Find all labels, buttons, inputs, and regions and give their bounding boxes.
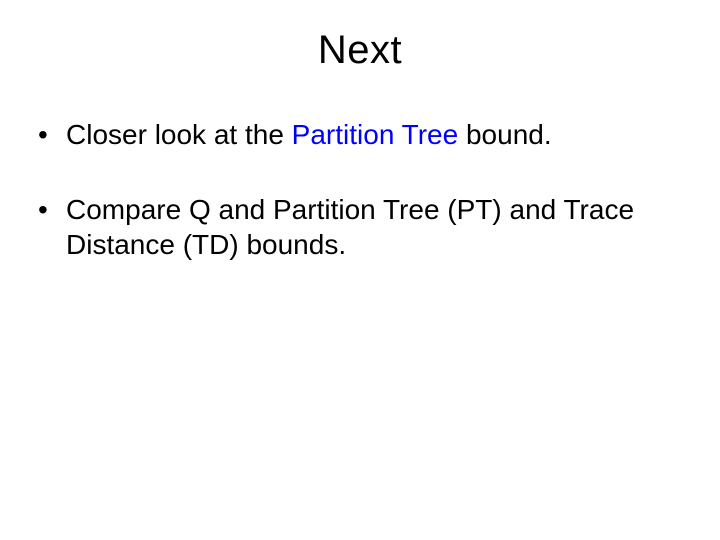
slide: Next Closer look at the Partition Tree b… (0, 0, 720, 540)
bullet-item: Closer look at the Partition Tree bound. (30, 117, 690, 152)
slide-body: Closer look at the Partition Tree bound.… (0, 73, 720, 262)
bullet-text-highlight: Partition Tree (292, 119, 459, 150)
bullet-item: Compare Q and Partition Tree (PT) and Tr… (30, 192, 690, 262)
bullet-text-pre: Closer look at the (66, 119, 292, 150)
slide-title: Next (0, 0, 720, 73)
bullet-list: Closer look at the Partition Tree bound.… (30, 117, 690, 262)
bullet-text-pre: Compare Q and Partition Tree (PT) and Tr… (66, 194, 634, 260)
bullet-text-post: bound. (458, 119, 551, 150)
